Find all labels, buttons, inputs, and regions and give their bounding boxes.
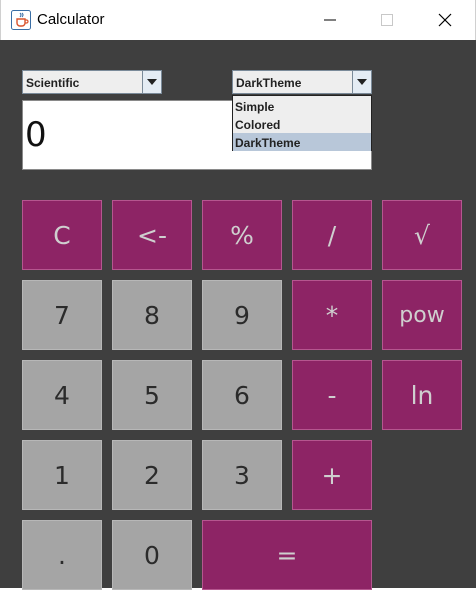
divide-button[interactable]: / [292, 200, 372, 270]
digit-8-label: 8 [144, 300, 160, 330]
sqrt-button[interactable]: √ [382, 200, 462, 270]
multiply-label: * [325, 300, 339, 330]
mode-select-value: Scientific [26, 76, 80, 90]
backspace-button[interactable]: <- [112, 200, 192, 270]
java-app-icon [11, 10, 31, 30]
theme-option-label: Colored [235, 118, 281, 132]
digit-9-label: 9 [234, 300, 250, 330]
close-button[interactable] [416, 0, 474, 40]
multiply-button[interactable]: * [292, 280, 372, 350]
digit-5-button[interactable]: 5 [112, 360, 192, 430]
digit-9-button[interactable]: 9 [202, 280, 282, 350]
subtract-button[interactable]: - [292, 360, 372, 430]
digit-5-label: 5 [144, 380, 160, 410]
window-title: Calculator [37, 11, 105, 28]
pow-label: pow [399, 302, 445, 328]
add-button[interactable]: + [292, 440, 372, 510]
maximize-button[interactable] [358, 0, 416, 40]
clear-button[interactable]: C [22, 200, 102, 270]
digit-6-label: 6 [234, 380, 250, 410]
digit-2-button[interactable]: 2 [112, 440, 192, 510]
equals-button[interactable]: = [202, 520, 372, 590]
clear-label: C [53, 220, 71, 250]
theme-option-label: DarkTheme [235, 136, 301, 150]
percent-label: % [230, 220, 254, 250]
digit-0-button[interactable]: 0 [112, 520, 192, 590]
theme-option-darktheme[interactable]: DarkTheme [233, 133, 371, 151]
minimize-icon [324, 19, 336, 21]
chevron-down-icon [147, 79, 157, 85]
percent-button[interactable]: % [202, 200, 282, 270]
title-bar: Calculator [0, 0, 476, 40]
theme-option-simple[interactable]: Simple [233, 97, 371, 115]
pow-button[interactable]: pow [382, 280, 462, 350]
theme-option-colored[interactable]: Colored [233, 115, 371, 133]
ln-button[interactable]: ln [382, 360, 462, 430]
minimize-button[interactable] [301, 0, 359, 40]
divide-label: / [327, 220, 337, 250]
digit-3-button[interactable]: 3 [202, 440, 282, 510]
equals-label: = [276, 540, 298, 570]
digit-1-button[interactable]: 1 [22, 440, 102, 510]
theme-select[interactable]: DarkTheme [232, 70, 372, 94]
close-icon [438, 13, 452, 27]
digit-6-button[interactable]: 6 [202, 360, 282, 430]
subtract-label: - [327, 380, 337, 410]
digit-3-label: 3 [234, 460, 250, 490]
sqrt-label: √ [414, 220, 430, 250]
add-label: + [321, 460, 343, 490]
theme-dropdown-list: Simple Colored DarkTheme [232, 95, 372, 151]
calculator-panel: Scientific DarkTheme 0 Simple Colored Da… [0, 40, 476, 590]
digit-4-label: 4 [54, 380, 70, 410]
digit-2-label: 2 [144, 460, 160, 490]
display-value: 0 [25, 115, 47, 155]
digit-8-button[interactable]: 8 [112, 280, 192, 350]
maximize-icon [381, 14, 393, 26]
mode-select-arrow-button[interactable] [142, 71, 161, 93]
digit-0-label: 0 [144, 540, 160, 570]
digit-4-button[interactable]: 4 [22, 360, 102, 430]
decimal-button[interactable]: . [22, 520, 102, 590]
mode-select[interactable]: Scientific [22, 70, 162, 94]
chevron-down-icon [357, 79, 367, 85]
digit-1-label: 1 [54, 460, 70, 490]
theme-option-label: Simple [235, 100, 275, 114]
theme-select-value: DarkTheme [236, 76, 302, 90]
digit-7-label: 7 [54, 300, 70, 330]
backspace-label: <- [137, 220, 167, 250]
decimal-label: . [58, 540, 66, 570]
theme-select-arrow-button[interactable] [352, 71, 371, 93]
digit-7-button[interactable]: 7 [22, 280, 102, 350]
ln-label: ln [410, 380, 434, 410]
